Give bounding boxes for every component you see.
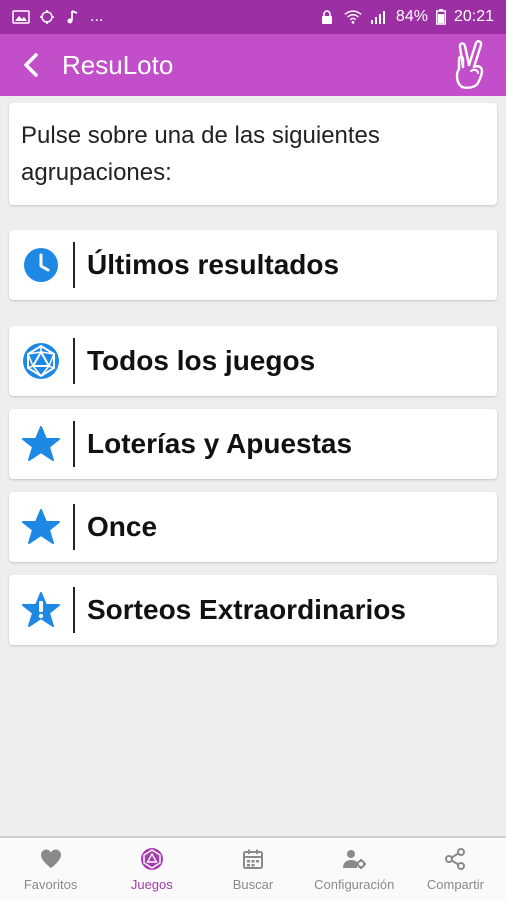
clock-time: 20:21 — [453, 8, 494, 25]
bottom-nav: Favoritos Juegos Buscar Configuración Co… — [0, 836, 506, 900]
group-label: Sorteos Extraordinarios — [87, 594, 406, 625]
nav-label: Favoritos — [23, 876, 78, 892]
battery-percent: 84% — [395, 8, 428, 25]
nav-label: Compartir — [426, 876, 484, 892]
dice-icon — [140, 847, 163, 870]
card-divider — [73, 338, 75, 384]
lock-icon — [318, 10, 336, 24]
status-bar-right: 84% 20:21 — [318, 8, 494, 26]
nav-label: Juegos — [130, 876, 173, 892]
group-label: Once — [87, 511, 158, 542]
music-note-icon — [64, 10, 82, 24]
card-divider — [73, 587, 75, 633]
nav-favoritos[interactable]: Favoritos — [0, 838, 101, 900]
group-label: Todos los juegos — [87, 345, 316, 376]
nav-buscar[interactable]: Buscar — [202, 838, 303, 900]
sync-icon — [38, 10, 56, 24]
crossed-fingers-icon — [448, 39, 492, 91]
app-title: ResuLoto — [62, 49, 174, 80]
nav-configuracion[interactable]: Configuración — [304, 838, 405, 900]
heart-icon — [40, 849, 61, 868]
star-icon — [9, 409, 73, 479]
nav-label: Configuración — [314, 876, 395, 892]
image-icon — [12, 10, 30, 24]
battery-icon — [435, 9, 446, 25]
card-divider — [73, 504, 75, 550]
nav-juegos[interactable]: Juegos — [101, 838, 202, 900]
star-exclamation-icon — [9, 575, 73, 645]
signal-icon — [370, 10, 388, 24]
arrow-back-icon[interactable] — [14, 47, 50, 83]
card-divider — [73, 242, 75, 288]
app-bar: ResuLoto — [0, 34, 506, 96]
nav-compartir[interactable]: Compartir — [405, 838, 506, 900]
dice-icon — [9, 326, 73, 396]
group-sorteos-extraordinarios[interactable]: Sorteos Extraordinarios — [9, 575, 497, 645]
group-label: Loterías y Apuestas — [87, 428, 353, 459]
more-dots-icon: ... — [90, 8, 104, 25]
calendar-icon — [243, 849, 263, 869]
group-todos-los-juegos[interactable]: Todos los juegos — [9, 326, 497, 396]
star-icon — [9, 492, 73, 562]
group-once[interactable]: Once — [9, 492, 497, 562]
nav-label: Buscar — [232, 876, 274, 892]
intro-text: Pulse sobre una de las siguientes agrupa… — [21, 122, 380, 186]
wifi-icon — [344, 10, 362, 24]
clock-icon — [9, 230, 73, 300]
group-ultimos-resultados[interactable]: Últimos resultados — [9, 230, 497, 300]
intro-card: Pulse sobre una de las siguientes agrupa… — [9, 103, 497, 205]
status-bar: ... 84% 20:21 — [0, 0, 506, 34]
status-bar-left: ... — [12, 8, 103, 26]
user-settings-icon — [343, 849, 367, 869]
group-loterias-apuestas[interactable]: Loterías y Apuestas — [9, 409, 497, 479]
share-icon — [445, 847, 466, 870]
card-divider — [73, 421, 75, 467]
group-label: Últimos resultados — [87, 249, 340, 280]
